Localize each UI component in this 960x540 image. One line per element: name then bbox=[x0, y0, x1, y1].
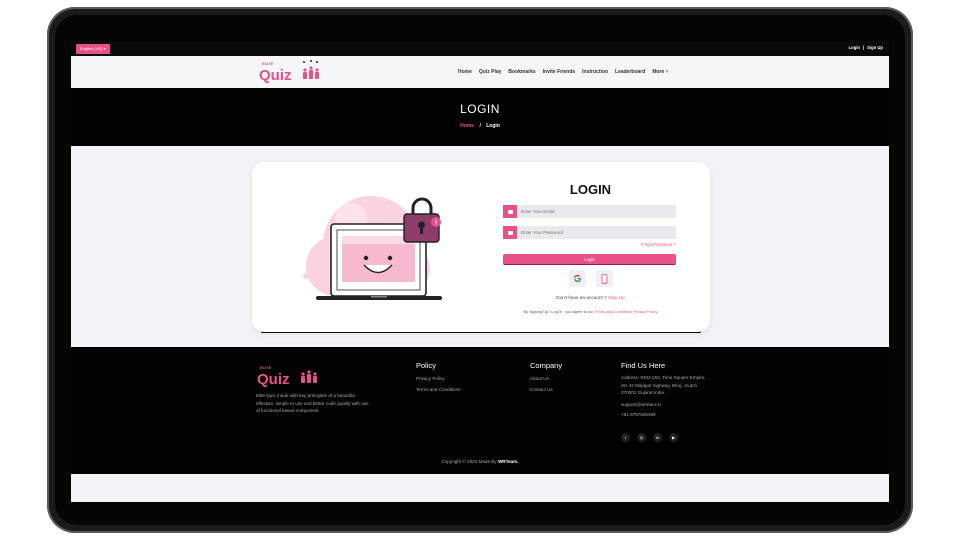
login-form: LOGIN Forgot Password ? Login bbox=[503, 162, 678, 332]
terms-notice: By Signing Up / Log in , you agree to ou… bbox=[503, 309, 678, 314]
footer-description: Elite Quiz made with key principles of a… bbox=[256, 393, 369, 413]
footer-contact-link[interactable]: Contact Us bbox=[530, 385, 562, 396]
auth-separator: | bbox=[863, 45, 865, 50]
breadcrumb-home[interactable]: Home bbox=[460, 123, 474, 129]
copyright-text: Copyright © 2023 Made By bbox=[441, 459, 497, 464]
footer-address: Address: #262-263, Time Square Empire, S… bbox=[621, 375, 706, 395]
footer-phone[interactable]: +91 9797945459 bbox=[621, 411, 711, 419]
main-navbar: ELITE Quiz Home Quiz Play Bookmarks Invi… bbox=[71, 56, 889, 88]
elite-quiz-logo[interactable]: ELITE Quiz bbox=[258, 59, 320, 83]
footer-logo-main-text: Quiz bbox=[257, 371, 290, 387]
google-login-button[interactable] bbox=[569, 270, 586, 287]
instagram-icon[interactable]: ◎ bbox=[637, 433, 646, 442]
linkedin-icon[interactable]: in bbox=[653, 433, 662, 442]
page-title: LOGIN bbox=[460, 102, 500, 116]
lock-icon bbox=[503, 226, 517, 239]
nav-invite-friends[interactable]: Invite Friends bbox=[543, 69, 576, 75]
footer-policy-title: Policy bbox=[416, 361, 437, 370]
browser-screen: English (US) ▾ Login | Sign Up ELITE Qui… bbox=[71, 41, 889, 502]
top-bar: English (US) ▾ Login | Sign Up bbox=[71, 41, 889, 56]
terms-prefix: By Signing Up / Log in , you agree to ou… bbox=[523, 309, 594, 314]
privacy-link[interactable]: Privacy Policy bbox=[633, 309, 657, 314]
mail-icon bbox=[503, 205, 517, 218]
footer-about-link[interactable]: About Us bbox=[530, 374, 562, 385]
language-selector[interactable]: English (US) ▾ bbox=[76, 44, 110, 54]
footer-find-title: Find Us Here bbox=[621, 361, 666, 370]
copyright-brand[interactable]: WRTeam. bbox=[498, 459, 519, 464]
footer-logo-small-text: ELITE bbox=[260, 365, 272, 370]
nav-more-label: More bbox=[652, 69, 665, 75]
google-icon bbox=[573, 274, 582, 283]
breadcrumb-current: Login bbox=[486, 123, 500, 129]
login-card: ! LOGIN Forgot Password ? Login bbox=[252, 162, 710, 332]
footer-email[interactable]: support@wrteam.in bbox=[621, 401, 711, 409]
nav-home[interactable]: Home bbox=[458, 69, 472, 75]
footer-company: Company About Us Contact Us bbox=[530, 361, 562, 395]
logo-small-text: ELITE bbox=[262, 61, 274, 66]
phone-icon bbox=[601, 273, 608, 284]
login-illustration: ! bbox=[303, 196, 442, 300]
signup-link[interactable]: Sign Up bbox=[608, 295, 625, 300]
chevron-down-icon: ▾ bbox=[103, 46, 106, 51]
topbar-signup-link[interactable]: Sign Up bbox=[867, 45, 883, 50]
email-input[interactable] bbox=[517, 205, 667, 218]
email-field bbox=[503, 205, 676, 218]
breadcrumb: Home / Login bbox=[71, 123, 889, 129]
no-account-text: Don't have an account ? bbox=[556, 295, 607, 300]
nav-instruction[interactable]: Instruction bbox=[582, 69, 608, 75]
auth-links: Login | Sign Up bbox=[849, 45, 883, 50]
form-title: LOGIN bbox=[569, 182, 612, 197]
footer-privacy-link[interactable]: Privacy Policy bbox=[416, 374, 460, 385]
facebook-icon[interactable]: f bbox=[621, 433, 630, 442]
nav-more[interactable]: More ▾ bbox=[652, 69, 668, 75]
footer-terms-link[interactable]: Terms and Conditions bbox=[416, 385, 460, 396]
footer-find-us: Find Us Here Address: #262-263, Time Squ… bbox=[621, 361, 711, 419]
footer-social-icons: f ◎ in ▶ bbox=[621, 433, 678, 442]
nav-leaderboard[interactable]: Leaderboard bbox=[615, 69, 645, 75]
terms-link[interactable]: Terms and Conditions bbox=[595, 309, 633, 314]
nav-menu: Home Quiz Play Bookmarks Invite Friends … bbox=[458, 69, 668, 75]
login-button[interactable]: Login bbox=[503, 254, 676, 265]
footer-logo[interactable]: ELITE Quiz bbox=[256, 363, 318, 387]
copyright: Copyright © 2023 Made By WRTeam. bbox=[71, 459, 889, 464]
chevron-down-icon: ▾ bbox=[665, 69, 669, 75]
footer-company-title: Company bbox=[530, 361, 563, 370]
breadcrumb-separator: / bbox=[479, 123, 481, 129]
nav-bookmarks[interactable]: Bookmarks bbox=[508, 69, 535, 75]
phone-login-button[interactable] bbox=[596, 270, 613, 287]
language-label: English (US) bbox=[80, 46, 103, 51]
svg-text:!: ! bbox=[435, 220, 437, 227]
footer-policy: Policy Privacy Policy Terms and Conditio… bbox=[416, 361, 460, 395]
logo-main-text: Quiz bbox=[259, 67, 292, 83]
youtube-icon[interactable]: ▶ bbox=[669, 433, 678, 442]
page-hero: LOGIN Home / Login bbox=[71, 88, 889, 146]
forgot-password-link[interactable]: Forgot Password ? bbox=[641, 242, 676, 247]
password-input[interactable] bbox=[517, 226, 667, 239]
topbar-login-link[interactable]: Login bbox=[849, 45, 860, 50]
nav-quiz-play[interactable]: Quiz Play bbox=[479, 69, 502, 75]
password-field bbox=[503, 226, 676, 239]
signup-prompt: Don't have an account ? Sign Up bbox=[503, 295, 678, 300]
footer: ELITE Quiz Elite Quiz made with key prin… bbox=[71, 347, 889, 474]
